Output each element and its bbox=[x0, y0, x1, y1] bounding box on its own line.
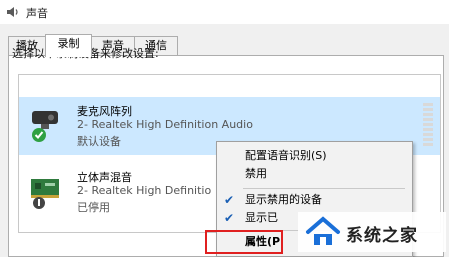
menu-separator bbox=[243, 188, 405, 189]
menu-item-label: 显示禁用的设备 bbox=[245, 193, 322, 206]
device-name: 麦克风阵列 bbox=[77, 105, 132, 118]
device-status: 已停用 bbox=[77, 201, 110, 214]
window-title: 声音 bbox=[26, 7, 48, 20]
device-driver: 2- Realtek High Definition Audio bbox=[77, 118, 253, 131]
device-name: 立体声混音 bbox=[77, 171, 132, 184]
menu-item-configure-speech[interactable]: 配置语音识别(S) bbox=[217, 146, 412, 166]
menu-item-disable[interactable]: 禁用 bbox=[217, 164, 412, 184]
menu-item-label: 配置语音识别(S) bbox=[245, 149, 327, 162]
watermark-text: 系统之家 bbox=[346, 226, 418, 246]
properties-highlight-box bbox=[205, 230, 283, 254]
sound-card-icon bbox=[31, 179, 59, 209]
device-driver: 2- Realtek High Definitio bbox=[77, 184, 212, 197]
house-logo-icon bbox=[306, 216, 340, 245]
menu-item-label: 显示已 bbox=[245, 211, 278, 224]
device-status: 默认设备 bbox=[77, 135, 121, 148]
watermark: 系统之家 bbox=[298, 212, 446, 252]
menu-item-label: 禁用 bbox=[245, 167, 267, 180]
level-meter bbox=[423, 103, 433, 149]
check-icon: ✔ bbox=[224, 211, 235, 225]
menu-item-show-disabled[interactable]: ✔ 显示禁用的设备 bbox=[217, 190, 412, 210]
title-bar: 声音 bbox=[0, 0, 449, 24]
speaker-icon bbox=[7, 7, 18, 17]
tab-recording[interactable]: 录制 bbox=[45, 34, 92, 57]
microphone-array-icon bbox=[32, 111, 58, 142]
check-icon: ✔ bbox=[224, 193, 235, 207]
